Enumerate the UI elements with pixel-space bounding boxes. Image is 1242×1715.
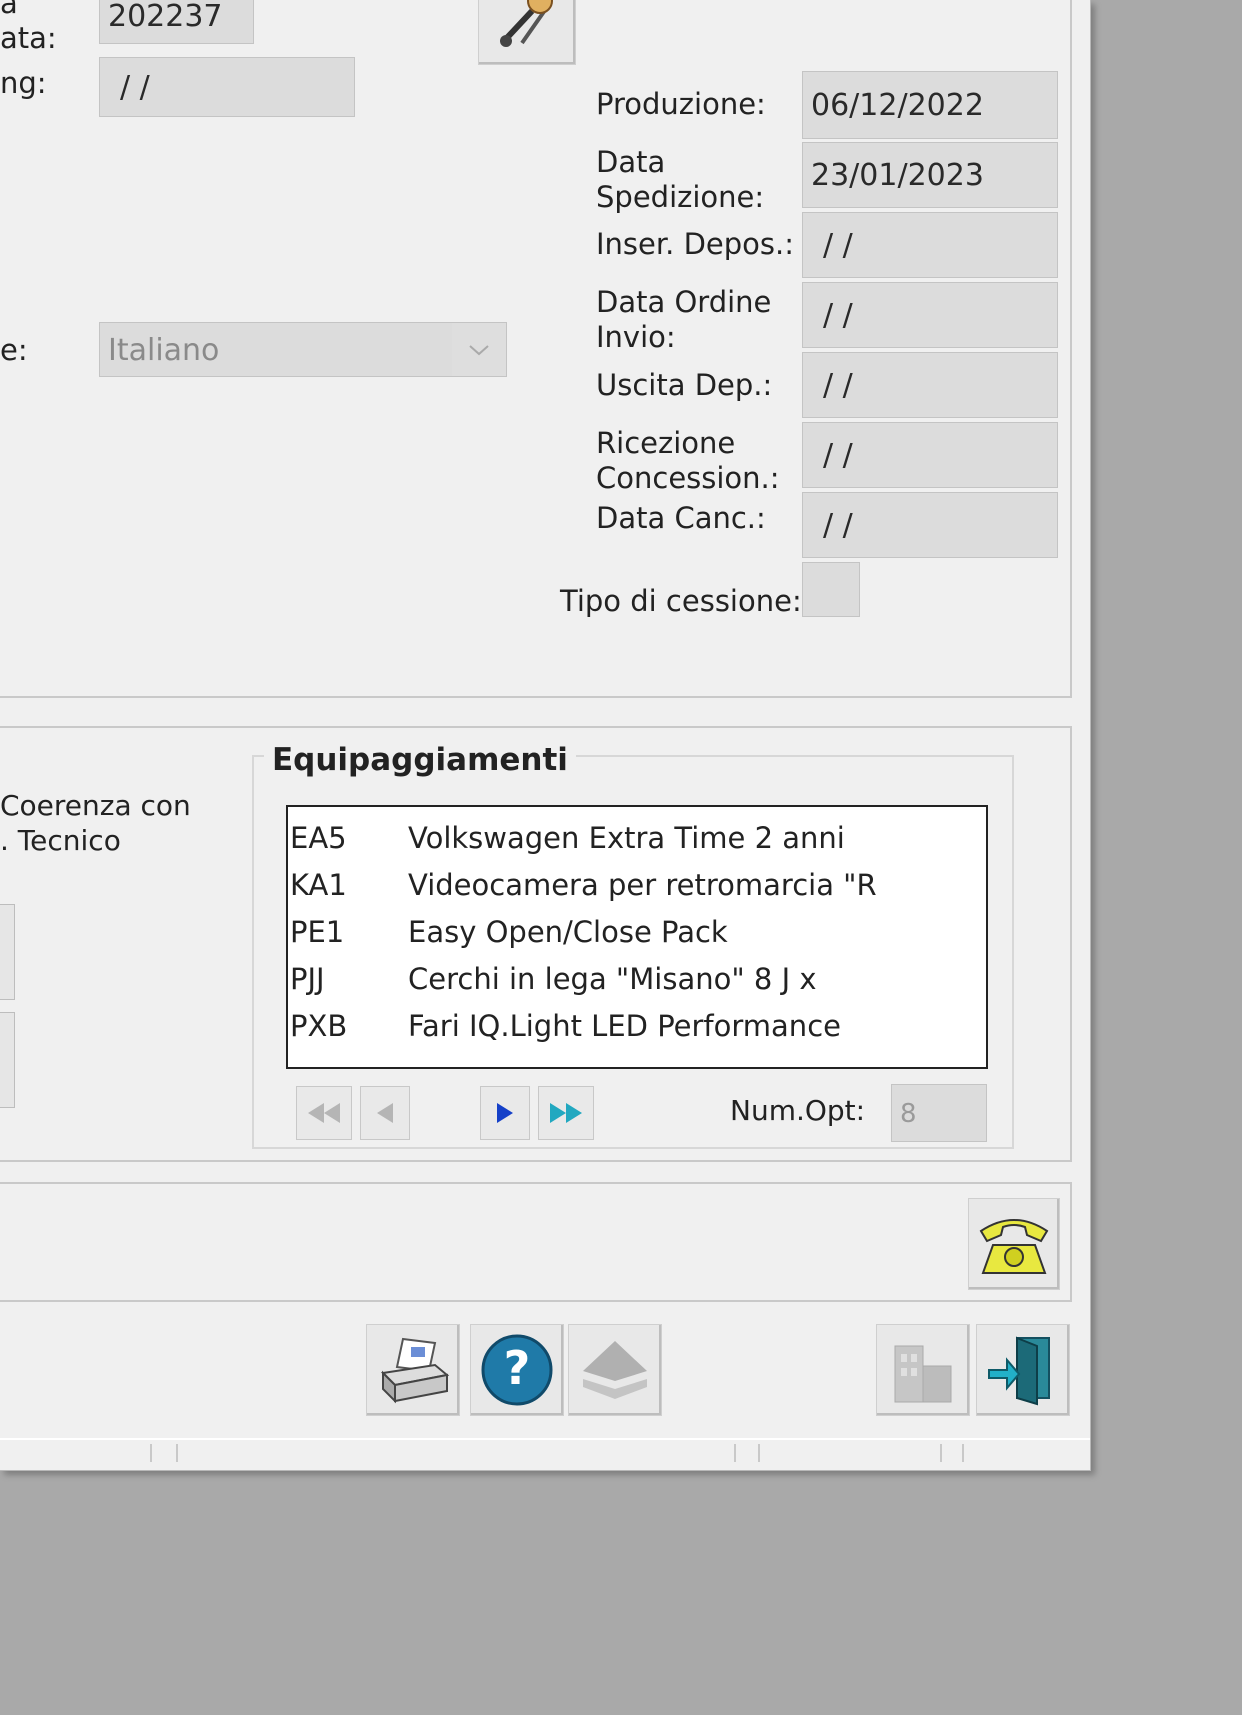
help-icon: ? bbox=[481, 1334, 553, 1406]
equipaggiamenti-list[interactable]: EA5 Volkswagen Extra Time 2 anni KA1 Vid… bbox=[286, 805, 988, 1069]
equipaggiamenti-title: Equipaggiamenti bbox=[264, 740, 576, 780]
language-select[interactable]: Italiano bbox=[99, 322, 507, 377]
item-code: EA5 bbox=[290, 821, 347, 855]
divider bbox=[0, 1182, 1072, 1184]
svg-text:?: ? bbox=[504, 1341, 531, 1395]
status-bar-separator bbox=[150, 1444, 152, 1462]
field-data-ordine-invio[interactable]: / / bbox=[802, 282, 1058, 348]
exit-button[interactable] bbox=[976, 1324, 1070, 1416]
exit-door-icon bbox=[988, 1336, 1050, 1406]
divider bbox=[0, 726, 1072, 728]
last-record-button[interactable] bbox=[538, 1086, 594, 1140]
label-produzione: Produzione: bbox=[596, 87, 766, 121]
field-data-canc[interactable]: / / bbox=[802, 492, 1058, 558]
print-button[interactable] bbox=[366, 1324, 460, 1416]
help-button[interactable]: ? bbox=[470, 1324, 564, 1416]
field-uscita-dep[interactable]: / / bbox=[802, 352, 1058, 418]
divider bbox=[1070, 0, 1072, 698]
item-desc: Easy Open/Close Pack bbox=[408, 915, 728, 949]
label-data-canc: Data Canc.: bbox=[596, 501, 766, 535]
label-partial-1: a ata: bbox=[0, 0, 57, 55]
building-button[interactable] bbox=[876, 1324, 970, 1416]
date-field-partial[interactable]: / / bbox=[99, 57, 355, 117]
label-inser-depos: Inser. Depos.: bbox=[596, 227, 795, 261]
rewind-icon bbox=[308, 1103, 340, 1123]
next-record-button[interactable] bbox=[480, 1086, 530, 1140]
phone-button[interactable] bbox=[968, 1198, 1060, 1290]
language-select-value: Italiano bbox=[108, 333, 220, 368]
item-desc: Cerchi in lega "Misano" 8 J x bbox=[408, 962, 817, 996]
fast-forward-icon bbox=[550, 1103, 582, 1123]
label-data-ordine-invio: Data Ordine Invio: bbox=[596, 285, 772, 354]
field-num-opt[interactable]: 8 bbox=[891, 1084, 987, 1142]
label-partial-3: e: bbox=[0, 333, 28, 367]
label-num-opt: Num.Opt: bbox=[730, 1094, 866, 1127]
field-ricezione-concession[interactable]: / / bbox=[802, 422, 1058, 488]
status-bar-separator bbox=[758, 1444, 760, 1462]
item-desc: Fari IQ.Light LED Performance bbox=[408, 1009, 841, 1043]
next-icon bbox=[497, 1103, 513, 1123]
status-bar-separator bbox=[734, 1444, 736, 1462]
previous-record-button[interactable] bbox=[360, 1086, 410, 1140]
status-bar-separator bbox=[176, 1444, 178, 1462]
label-ricezione-concession: Ricezione Concession.: bbox=[596, 426, 780, 495]
divider bbox=[0, 696, 1072, 698]
layers-button[interactable] bbox=[568, 1324, 662, 1416]
chevron-down-icon[interactable] bbox=[452, 323, 506, 376]
label-partial-2: ng: bbox=[0, 66, 47, 100]
field-inser-depos[interactable]: / / bbox=[802, 212, 1058, 278]
tools-icon bbox=[500, 0, 553, 47]
item-desc: Volkswagen Extra Time 2 anni bbox=[408, 821, 845, 855]
item-desc: Videocamera per retromarcia "R bbox=[408, 868, 877, 902]
item-code: PE1 bbox=[290, 915, 345, 949]
partial-button[interactable] bbox=[0, 1012, 15, 1108]
label-uscita-dep: Uscita Dep.: bbox=[596, 368, 773, 402]
field-data-spedizione[interactable]: 23/01/2023 bbox=[802, 142, 1058, 208]
item-code: KA1 bbox=[290, 868, 347, 902]
main-window: a ata: 202237 ng: / / e: Italiano Produz… bbox=[0, 0, 1091, 1471]
item-code: PJJ bbox=[290, 962, 325, 996]
label-data-spedizione: Data Spedizione: bbox=[596, 145, 765, 214]
previous-icon bbox=[377, 1103, 393, 1123]
printer-icon bbox=[380, 1337, 450, 1404]
divider bbox=[0, 1160, 1072, 1162]
telephone-icon bbox=[979, 1219, 1049, 1274]
field-202237[interactable]: 202237 bbox=[99, 0, 254, 44]
status-bar-separator bbox=[962, 1444, 964, 1462]
tool-button[interactable] bbox=[478, 0, 576, 65]
partial-button[interactable] bbox=[0, 904, 15, 1000]
label-coerenza: Coerenza con . Tecnico bbox=[0, 789, 191, 857]
label-tipo-cessione: Tipo di cessione: bbox=[560, 584, 802, 618]
layers-icon bbox=[583, 1341, 647, 1399]
item-code: PXB bbox=[290, 1009, 348, 1043]
building-icon bbox=[894, 1345, 952, 1403]
divider bbox=[1070, 1182, 1072, 1302]
status-bar-separator bbox=[940, 1444, 942, 1462]
field-produzione[interactable]: 06/12/2022 bbox=[802, 71, 1058, 139]
first-record-button[interactable] bbox=[296, 1086, 352, 1140]
field-tipo-cessione[interactable] bbox=[802, 562, 860, 617]
status-bar bbox=[0, 1438, 1090, 1440]
divider bbox=[1070, 726, 1072, 1162]
divider bbox=[0, 1300, 1072, 1302]
